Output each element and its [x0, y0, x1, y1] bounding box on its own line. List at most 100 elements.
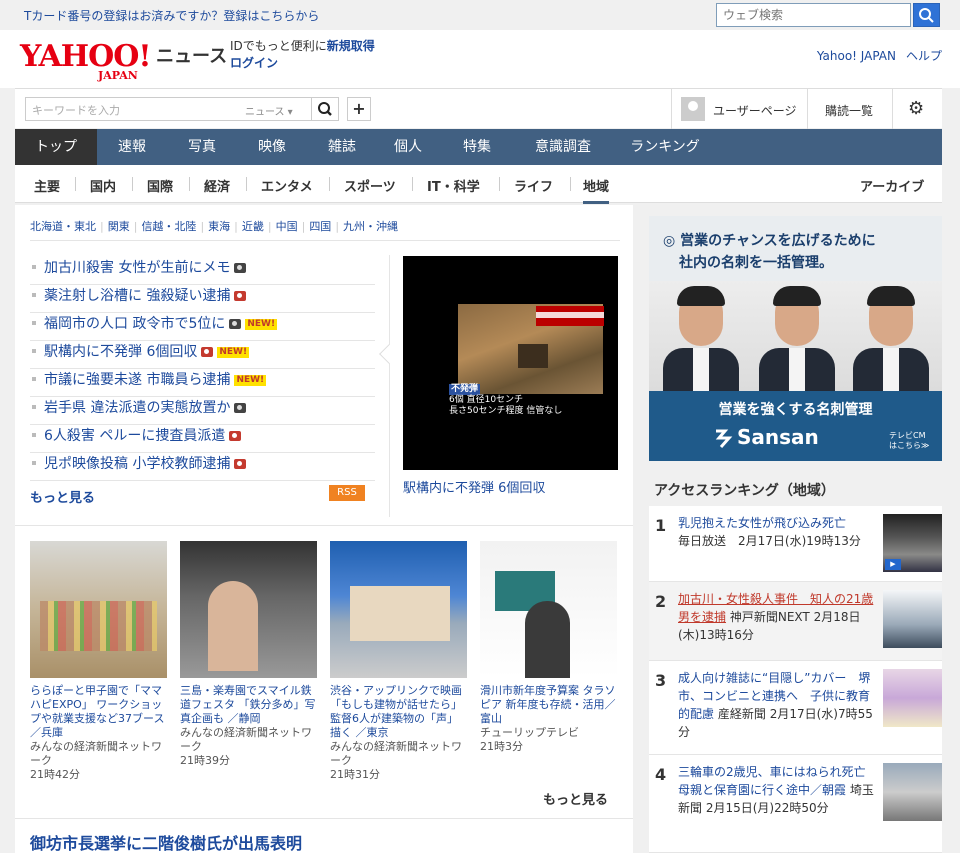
- headline-title[interactable]: 市議に強要未遂 市職員ら逮捕: [44, 372, 230, 388]
- login-link[interactable]: ログイン: [230, 54, 278, 71]
- top-photo-caption[interactable]: 駅構内に不発弾 6個回収: [403, 477, 545, 496]
- thumbnail-image[interactable]: [480, 541, 617, 678]
- ranking-link[interactable]: 乳児抱えた女性が飛び込み死亡: [678, 516, 846, 530]
- thumbnail-card[interactable]: 渋谷・アップリンクで映画「もしも建物が話せたら」 監督6人が建築物の「声」描く …: [330, 541, 467, 782]
- headline-item[interactable]: 岩手県 違法派遣の実態放置か: [30, 397, 375, 425]
- more-thumbnails-link[interactable]: もっと見る: [543, 789, 608, 808]
- ranking-item[interactable]: 2 加古川・女性殺人事件 知人の21歳男を逮捕 神戸新聞NEXT 2月18日(木…: [649, 582, 942, 661]
- region-link[interactable]: 近畿: [242, 220, 264, 233]
- thumbnail-card[interactable]: ららぽーと甲子園で「ママハピEXPO」 ワークショップや就業支援など37ブース …: [30, 541, 167, 782]
- subnav-entertainment[interactable]: エンタメ: [261, 176, 313, 195]
- id-prompt: IDでもっと便利に新規取得: [230, 39, 375, 54]
- thumbnail-title[interactable]: 三島・楽寿園でスマイル鉄道フェスタ 「鉄分多め」写真企画も ／静岡: [180, 684, 317, 726]
- ranking-item[interactable]: 3 成人向け雑誌に“目隠し”カバー 堺市、コンビニと連携へ 子供に教育的配慮 産…: [649, 661, 942, 755]
- gear-icon[interactable]: ⚙: [908, 98, 924, 119]
- more-headlines-link[interactable]: もっと見る: [30, 487, 95, 506]
- subnav-life[interactable]: ライフ: [514, 176, 553, 195]
- thumbnail-image[interactable]: [30, 541, 167, 678]
- subnav-main[interactable]: 主要: [34, 176, 60, 195]
- subnav-regional[interactable]: 地域: [583, 176, 610, 204]
- tcard-link[interactable]: Tカード番号の登録はお済みですか？登録はこちらから: [24, 7, 319, 24]
- headline-item[interactable]: 薬注射し浴槽に 強殺疑い逮捕: [30, 285, 375, 313]
- tab-features[interactable]: 特集: [439, 129, 515, 165]
- headline-title[interactable]: 6人殺害 ペルーに捜査員派遣: [44, 428, 225, 444]
- ranking-item[interactable]: 1 乳児抱えた女性が飛び込み死亡 毎日放送 2月17日(水)19時13分: [649, 506, 942, 582]
- tab-photos[interactable]: 写真: [167, 129, 237, 165]
- headline-item[interactable]: 6人殺害 ペルーに捜査員派遣: [30, 425, 375, 453]
- thumbnail-card[interactable]: 滑川市新年度予算案 タラソピア 新年度も存続・活用／富山 チューリップテレビ 2…: [480, 541, 617, 754]
- thumbnail-image[interactable]: [330, 541, 467, 678]
- ad-person: [663, 286, 739, 391]
- thumbnail-image[interactable]: [180, 541, 317, 678]
- headline-title[interactable]: 岩手県 違法派遣の実態放置か: [44, 400, 230, 416]
- register-link[interactable]: 新規取得: [327, 39, 375, 53]
- region-link[interactable]: 中国: [276, 220, 298, 233]
- ranking-text: 乳児抱えた女性が飛び込み死亡 毎日放送 2月17日(水)19時13分: [678, 514, 878, 550]
- sansan-ad[interactable]: ◎ 営業のチャンスを広げるために 社内の名刺を一括管理。 営業を強くする名刺管理…: [649, 216, 942, 461]
- top-strip: Tカード番号の登録はお済みですか？登録はこちらから: [0, 0, 960, 30]
- help-link[interactable]: ヘルプ: [906, 49, 942, 63]
- photo-overlay: 不発弾 6個 直径10センチ 長さ50センチ程度 信管なし: [449, 384, 609, 417]
- headline-item[interactable]: 駅構内に不発弾 6個回収 NEW!: [30, 341, 375, 369]
- headline-item[interactable]: 加古川殺害 女性が生前にメモ: [30, 257, 375, 285]
- tab-ranking[interactable]: ランキング: [611, 129, 719, 165]
- tab-breaking[interactable]: 速報: [97, 129, 167, 165]
- region-link[interactable]: 北海道・東北: [30, 220, 96, 233]
- headline-item[interactable]: 市議に強要未遂 市職員ら逮捕 NEW!: [30, 369, 375, 397]
- headline-title[interactable]: 児ポ映像投稿 小学校教師逮捕: [44, 456, 230, 472]
- ranking-thumbnail[interactable]: [883, 669, 942, 727]
- tab-top[interactable]: トップ: [15, 129, 97, 165]
- region-link[interactable]: 九州・沖縄: [343, 220, 398, 233]
- region-link[interactable]: 関東: [108, 220, 130, 233]
- thumbnail-card[interactable]: 三島・楽寿園でスマイル鉄道フェスタ 「鉄分多め」写真企画も ／静岡 みんなの経済…: [180, 541, 317, 768]
- keyword-search-button[interactable]: [311, 97, 339, 121]
- region-link[interactable]: 東海: [208, 220, 230, 233]
- headline-title[interactable]: 加古川殺害 女性が生前にメモ: [44, 260, 230, 276]
- ranking-link[interactable]: 三輪車の2歳児、車にはねられ死亡 母親と保育園に行く途中／朝霞: [678, 765, 878, 797]
- tab-video[interactable]: 映像: [237, 129, 307, 165]
- photo-tag-strip: [536, 312, 604, 318]
- subnav-international[interactable]: 国際: [147, 176, 173, 195]
- headline-item[interactable]: 児ポ映像投稿 小学校教師逮捕: [30, 453, 375, 481]
- tab-survey[interactable]: 意識調査: [515, 129, 611, 165]
- yahoo-japan-link[interactable]: Yahoo! JAPAN: [817, 49, 896, 63]
- ranking-thumbnail[interactable]: [883, 514, 942, 572]
- thumbnail-title[interactable]: ららぽーと甲子園で「ママハピEXPO」 ワークショップや就業支援など37ブース …: [30, 684, 167, 740]
- headline-list: 加古川殺害 女性が生前にメモ 薬注射し浴槽に 強殺疑い逮捕 福岡市の人口 政令市…: [30, 257, 375, 481]
- headline-title[interactable]: 駅構内に不発弾 6個回収: [44, 344, 197, 360]
- thumbnail-source: みんなの経済新聞ネットワーク: [180, 726, 312, 753]
- subnav-sports[interactable]: スポーツ: [344, 176, 396, 195]
- top-photo[interactable]: 不発弾 6個 直径10センチ 長さ50センチ程度 信管なし: [403, 256, 618, 470]
- ad-slogan: 営業を強くする名刺管理: [718, 402, 873, 418]
- thumbnail-title[interactable]: 滑川市新年度予算案 タラソピア 新年度も存続・活用／富山: [480, 684, 617, 726]
- thumbnail-title[interactable]: 渋谷・アップリンクで映画「もしも建物が話せたら」 監督6人が建築物の「声」描く …: [330, 684, 467, 740]
- ranking-item[interactable]: 4 三輪車の2歳児、車にはねられ死亡 母親と保育園に行く途中／朝霞 埼玉新聞 2…: [649, 755, 942, 853]
- subnav-domestic[interactable]: 国内: [90, 176, 116, 195]
- ad-cm-link[interactable]: テレビCM はこちら≫: [889, 431, 929, 451]
- tab-magazines[interactable]: 雑誌: [307, 129, 377, 165]
- headline-title[interactable]: 薬注射し浴槽に 強殺疑い逮捕: [44, 288, 230, 304]
- search-scope-dropdown[interactable]: ニュース ▾: [245, 103, 293, 118]
- region-link[interactable]: 四国: [309, 220, 331, 233]
- ranking-thumbnail[interactable]: [883, 590, 942, 648]
- headline-title[interactable]: 福岡市の人口 政令市で5位に: [44, 316, 225, 332]
- rss-button[interactable]: RSS: [329, 485, 365, 501]
- subnav-economy[interactable]: 経済: [204, 176, 230, 195]
- web-search-input[interactable]: [716, 3, 911, 27]
- region-link[interactable]: 信越・北陸: [141, 220, 196, 233]
- subscriptions-link[interactable]: 購読一覧: [825, 102, 873, 119]
- archive-link[interactable]: アーカイブ: [860, 176, 924, 195]
- tab-individual[interactable]: 個人: [377, 129, 439, 165]
- headline-item[interactable]: 福岡市の人口 政令市で5位に NEW!: [30, 313, 375, 341]
- feature-headline[interactable]: 御坊市長選挙に二階俊樹氏が出馬表明: [30, 830, 302, 853]
- camera-icon: [229, 319, 242, 329]
- add-button[interactable]: +: [347, 97, 371, 121]
- yahoo-logo[interactable]: YAHOO! JAPAN: [20, 39, 152, 82]
- avatar[interactable]: [681, 97, 705, 121]
- section-name[interactable]: ニュース: [156, 42, 227, 68]
- web-search-button[interactable]: [913, 3, 940, 27]
- user-page-link[interactable]: ユーザーページ: [713, 102, 797, 119]
- ranking-thumbnail[interactable]: [883, 763, 942, 821]
- subnav-it-science[interactable]: IT・科学: [427, 176, 480, 195]
- main-nav: トップ 速報 写真 映像 雑誌 個人 特集 意識調査 ランキング: [15, 129, 942, 165]
